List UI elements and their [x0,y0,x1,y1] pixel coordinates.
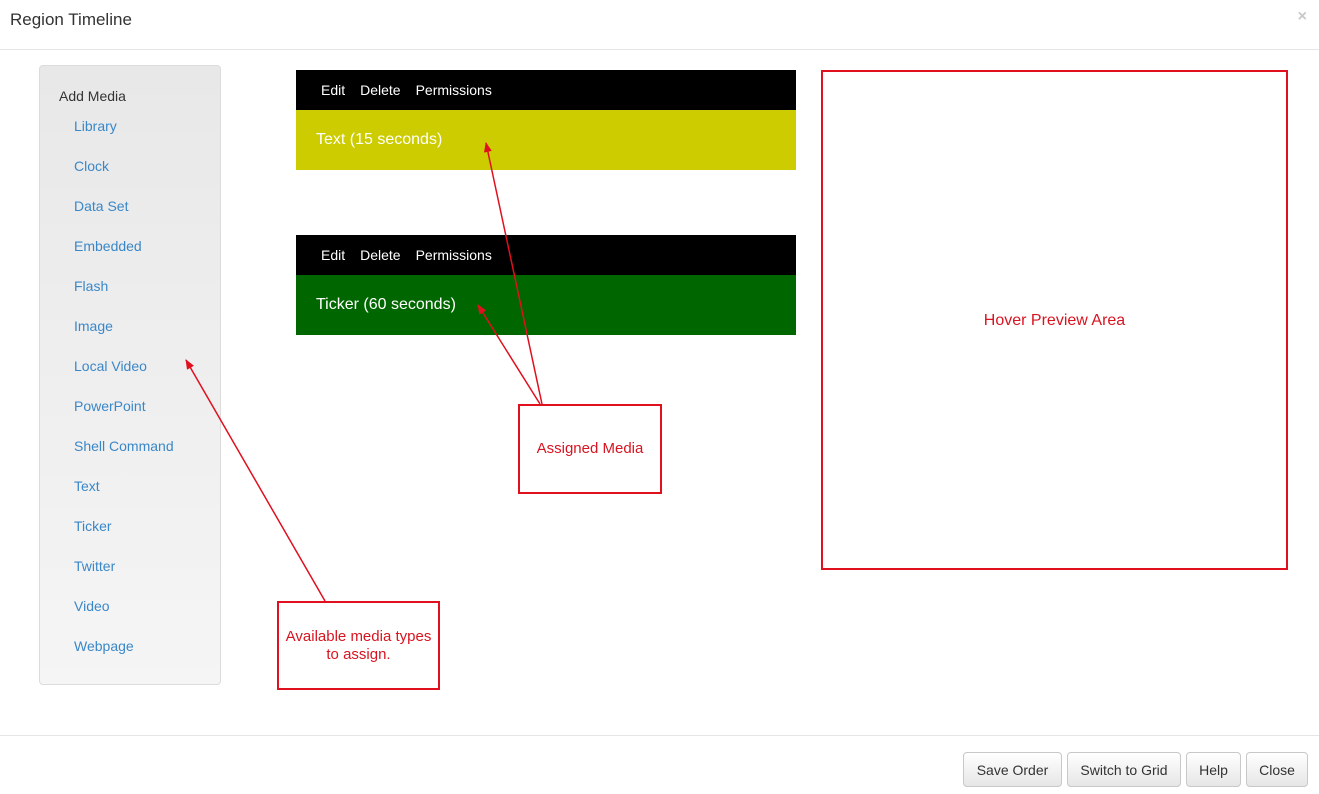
permissions-link[interactable]: Permissions [416,247,492,263]
add-media-sidebar: Add Media Library Clock Data Set Embedde… [39,65,221,685]
permissions-link[interactable]: Permissions [416,82,492,98]
sidebar-heading: Add Media [59,88,126,104]
help-button[interactable]: Help [1186,752,1241,787]
media-type-text[interactable]: Text [74,478,174,518]
media-type-local-video[interactable]: Local Video [74,358,174,398]
switch-to-grid-button[interactable]: Switch to Grid [1067,752,1181,787]
save-order-button[interactable]: Save Order [963,752,1062,787]
dialog-footer: Save Order Switch to Grid Help Close [0,735,1319,794]
delete-link[interactable]: Delete [360,247,400,263]
media-type-ticker[interactable]: Ticker [74,518,174,558]
media-body[interactable]: Text (15 seconds) [296,110,796,170]
media-type-clock[interactable]: Clock [74,158,174,198]
media-type-library[interactable]: Library [74,118,174,158]
media-type-list: Library Clock Data Set Embedded Flash Im… [74,118,174,678]
media-type-flash[interactable]: Flash [74,278,174,318]
dialog-header: Region Timeline × [0,0,1319,50]
media-type-webpage[interactable]: Webpage [74,638,174,678]
media-type-embedded[interactable]: Embedded [74,238,174,278]
dialog-title: Region Timeline [10,10,132,29]
media-type-data-set[interactable]: Data Set [74,198,174,238]
available-media-callout: Available media types to assign. [277,601,440,690]
media-type-twitter[interactable]: Twitter [74,558,174,598]
media-type-shell-command[interactable]: Shell Command [74,438,174,478]
media-type-powerpoint[interactable]: PowerPoint [74,398,174,438]
media-body[interactable]: Ticker (60 seconds) [296,275,796,335]
close-button[interactable]: Close [1246,752,1308,787]
media-toolbar: Edit Delete Permissions [296,235,796,275]
delete-link[interactable]: Delete [360,82,400,98]
media-toolbar: Edit Delete Permissions [296,70,796,110]
edit-link[interactable]: Edit [321,247,345,263]
hover-preview-area: Hover Preview Area [821,70,1288,570]
close-icon[interactable]: × [1298,8,1307,26]
timeline-media-item: Edit Delete Permissions Text (15 seconds… [296,70,796,170]
preview-area-label: Hover Preview Area [983,312,1126,329]
media-type-video[interactable]: Video [74,598,174,638]
media-type-image[interactable]: Image [74,318,174,358]
timeline-media-item: Edit Delete Permissions Ticker (60 secon… [296,235,796,335]
edit-link[interactable]: Edit [321,82,345,98]
assigned-media-callout: Assigned Media [518,404,662,494]
